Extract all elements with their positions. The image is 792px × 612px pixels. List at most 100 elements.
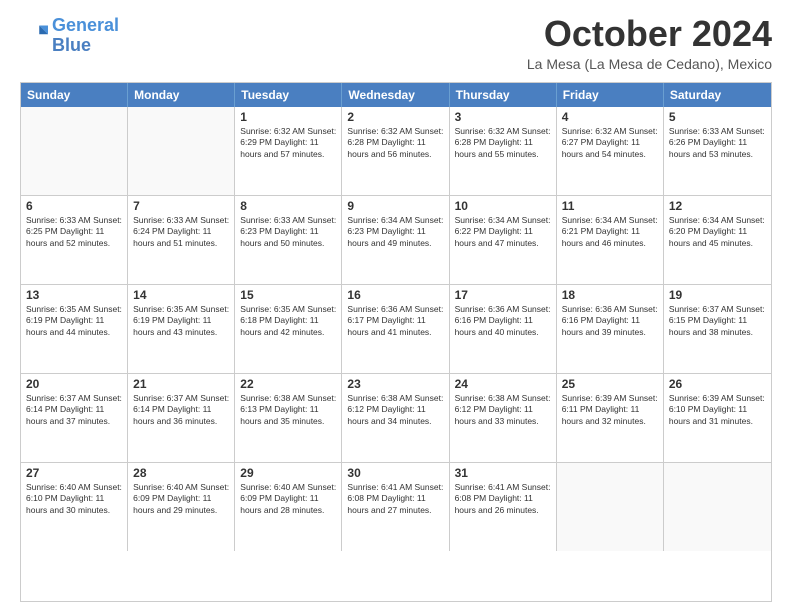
day-number: 1 <box>240 110 336 124</box>
day-detail: Sunrise: 6:34 AM Sunset: 6:22 PM Dayligh… <box>455 215 551 249</box>
day-detail: Sunrise: 6:41 AM Sunset: 6:08 PM Dayligh… <box>347 482 443 516</box>
day-detail: Sunrise: 6:40 AM Sunset: 6:09 PM Dayligh… <box>133 482 229 516</box>
title-block: October 2024 La Mesa (La Mesa de Cedano)… <box>527 16 772 72</box>
header-day-wednesday: Wednesday <box>342 83 449 107</box>
day-detail: Sunrise: 6:34 AM Sunset: 6:21 PM Dayligh… <box>562 215 658 249</box>
day-number: 14 <box>133 288 229 302</box>
calendar: SundayMondayTuesdayWednesdayThursdayFrid… <box>20 82 772 602</box>
day-number: 30 <box>347 466 443 480</box>
day-number: 7 <box>133 199 229 213</box>
day-detail: Sunrise: 6:39 AM Sunset: 6:11 PM Dayligh… <box>562 393 658 427</box>
day-detail: Sunrise: 6:38 AM Sunset: 6:12 PM Dayligh… <box>347 393 443 427</box>
day-detail: Sunrise: 6:34 AM Sunset: 6:20 PM Dayligh… <box>669 215 766 249</box>
day-detail: Sunrise: 6:38 AM Sunset: 6:13 PM Dayligh… <box>240 393 336 427</box>
calendar-row-0: 1 Sunrise: 6:32 AM Sunset: 6:29 PM Daylig… <box>21 107 771 195</box>
day-detail: Sunrise: 6:38 AM Sunset: 6:12 PM Dayligh… <box>455 393 551 427</box>
calendar-cell: 21 Sunrise: 6:37 AM Sunset: 6:14 PM Dayli… <box>128 374 235 462</box>
header-day-tuesday: Tuesday <box>235 83 342 107</box>
day-number: 25 <box>562 377 658 391</box>
calendar-cell: 19Sunrise: 6:37 AM Sunset: 6:15 PM Dayli… <box>664 285 771 373</box>
day-number: 6 <box>26 199 122 213</box>
day-detail: Sunrise: 6:33 AM Sunset: 6:26 PM Dayligh… <box>669 126 766 160</box>
calendar-header: SundayMondayTuesdayWednesdayThursdayFrid… <box>21 83 771 107</box>
calendar-cell: 26 Sunrise: 6:39 AM Sunset: 6:10 PM Dayli… <box>664 374 771 462</box>
calendar-cell: 24 Sunrise: 6:38 AM Sunset: 6:12 PM Dayli… <box>450 374 557 462</box>
day-number: 12 <box>669 199 766 213</box>
day-number: 10 <box>455 199 551 213</box>
day-detail: Sunrise: 6:37 AM Sunset: 6:14 PM Dayligh… <box>133 393 229 427</box>
calendar-cell: 30 Sunrise: 6:41 AM Sunset: 6:08 PM Dayli… <box>342 463 449 551</box>
day-detail: Sunrise: 6:32 AM Sunset: 6:28 PM Dayligh… <box>455 126 551 160</box>
logo-text: General Blue <box>52 16 119 56</box>
calendar-cell: 16Sunrise: 6:36 AM Sunset: 6:17 PM Dayli… <box>342 285 449 373</box>
calendar-cell <box>128 107 235 195</box>
calendar-cell: 9Sunrise: 6:34 AM Sunset: 6:23 PM Daylig… <box>342 196 449 284</box>
calendar-cell: 18 Sunrise: 6:36 AM Sunset: 6:16 PM Dayli… <box>557 285 664 373</box>
day-number: 27 <box>26 466 122 480</box>
day-detail: Sunrise: 6:39 AM Sunset: 6:10 PM Dayligh… <box>669 393 766 427</box>
day-number: 20 <box>26 377 122 391</box>
day-number: 22 <box>240 377 336 391</box>
calendar-cell: 28 Sunrise: 6:40 AM Sunset: 6:09 PM Dayli… <box>128 463 235 551</box>
day-number: 13 <box>26 288 122 302</box>
calendar-cell: 7Sunrise: 6:33 AM Sunset: 6:24 PM Daylig… <box>128 196 235 284</box>
calendar-cell: 29Sunrise: 6:40 AM Sunset: 6:09 PM Dayli… <box>235 463 342 551</box>
day-number: 23 <box>347 377 443 391</box>
calendar-cell: 2Sunrise: 6:32 AM Sunset: 6:28 PM Daylig… <box>342 107 449 195</box>
day-detail: Sunrise: 6:36 AM Sunset: 6:16 PM Dayligh… <box>562 304 658 338</box>
day-number: 26 <box>669 377 766 391</box>
calendar-row-2: 13 Sunrise: 6:35 AM Sunset: 6:19 PM Dayli… <box>21 284 771 373</box>
header-day-sunday: Sunday <box>21 83 128 107</box>
calendar-cell <box>664 463 771 551</box>
day-number: 4 <box>562 110 658 124</box>
calendar-cell: 13 Sunrise: 6:35 AM Sunset: 6:19 PM Dayli… <box>21 285 128 373</box>
day-detail: Sunrise: 6:40 AM Sunset: 6:09 PM Dayligh… <box>240 482 336 516</box>
day-detail: Sunrise: 6:36 AM Sunset: 6:16 PM Dayligh… <box>455 304 551 338</box>
calendar-cell: 31Sunrise: 6:41 AM Sunset: 6:08 PM Dayli… <box>450 463 557 551</box>
calendar-row-3: 20 Sunrise: 6:37 AM Sunset: 6:14 PM Dayli… <box>21 373 771 462</box>
calendar-body: 1 Sunrise: 6:32 AM Sunset: 6:29 PM Daylig… <box>21 107 771 551</box>
calendar-cell: 12 Sunrise: 6:34 AM Sunset: 6:20 PM Dayli… <box>664 196 771 284</box>
day-detail: Sunrise: 6:35 AM Sunset: 6:18 PM Dayligh… <box>240 304 336 338</box>
day-number: 3 <box>455 110 551 124</box>
day-detail: Sunrise: 6:35 AM Sunset: 6:19 PM Dayligh… <box>26 304 122 338</box>
header-day-saturday: Saturday <box>664 83 771 107</box>
day-number: 8 <box>240 199 336 213</box>
day-number: 11 <box>562 199 658 213</box>
day-number: 5 <box>669 110 766 124</box>
calendar-cell: 8 Sunrise: 6:33 AM Sunset: 6:23 PM Daylig… <box>235 196 342 284</box>
page: General Blue October 2024 La Mesa (La Me… <box>0 0 792 612</box>
month-title: October 2024 <box>527 16 772 52</box>
day-number: 24 <box>455 377 551 391</box>
calendar-cell: 23 Sunrise: 6:38 AM Sunset: 6:12 PM Dayli… <box>342 374 449 462</box>
calendar-cell: 27Sunrise: 6:40 AM Sunset: 6:10 PM Dayli… <box>21 463 128 551</box>
day-number: 9 <box>347 199 443 213</box>
calendar-cell <box>557 463 664 551</box>
day-detail: Sunrise: 6:32 AM Sunset: 6:27 PM Dayligh… <box>562 126 658 160</box>
header: General Blue October 2024 La Mesa (La Me… <box>20 16 772 72</box>
calendar-cell: 22 Sunrise: 6:38 AM Sunset: 6:13 PM Dayli… <box>235 374 342 462</box>
calendar-cell: 4 Sunrise: 6:32 AM Sunset: 6:27 PM Daylig… <box>557 107 664 195</box>
calendar-cell <box>21 107 128 195</box>
day-detail: Sunrise: 6:33 AM Sunset: 6:25 PM Dayligh… <box>26 215 122 249</box>
calendar-cell: 5 Sunrise: 6:33 AM Sunset: 6:26 PM Daylig… <box>664 107 771 195</box>
day-detail: Sunrise: 6:41 AM Sunset: 6:08 PM Dayligh… <box>455 482 551 516</box>
calendar-cell: 6 Sunrise: 6:33 AM Sunset: 6:25 PM Daylig… <box>21 196 128 284</box>
day-detail: Sunrise: 6:33 AM Sunset: 6:23 PM Dayligh… <box>240 215 336 249</box>
calendar-cell: 11 Sunrise: 6:34 AM Sunset: 6:21 PM Dayli… <box>557 196 664 284</box>
logo: General Blue <box>20 16 119 56</box>
day-number: 21 <box>133 377 229 391</box>
header-day-friday: Friday <box>557 83 664 107</box>
calendar-cell: 17Sunrise: 6:36 AM Sunset: 6:16 PM Dayli… <box>450 285 557 373</box>
logo-icon <box>20 22 48 50</box>
day-number: 28 <box>133 466 229 480</box>
calendar-cell: 25 Sunrise: 6:39 AM Sunset: 6:11 PM Dayli… <box>557 374 664 462</box>
calendar-cell: 14Sunrise: 6:35 AM Sunset: 6:19 PM Dayli… <box>128 285 235 373</box>
calendar-cell: 1 Sunrise: 6:32 AM Sunset: 6:29 PM Daylig… <box>235 107 342 195</box>
day-number: 15 <box>240 288 336 302</box>
day-detail: Sunrise: 6:32 AM Sunset: 6:29 PM Dayligh… <box>240 126 336 160</box>
day-number: 19 <box>669 288 766 302</box>
day-number: 18 <box>562 288 658 302</box>
calendar-cell: 20Sunrise: 6:37 AM Sunset: 6:14 PM Dayli… <box>21 374 128 462</box>
calendar-cell: 10 Sunrise: 6:34 AM Sunset: 6:22 PM Dayli… <box>450 196 557 284</box>
